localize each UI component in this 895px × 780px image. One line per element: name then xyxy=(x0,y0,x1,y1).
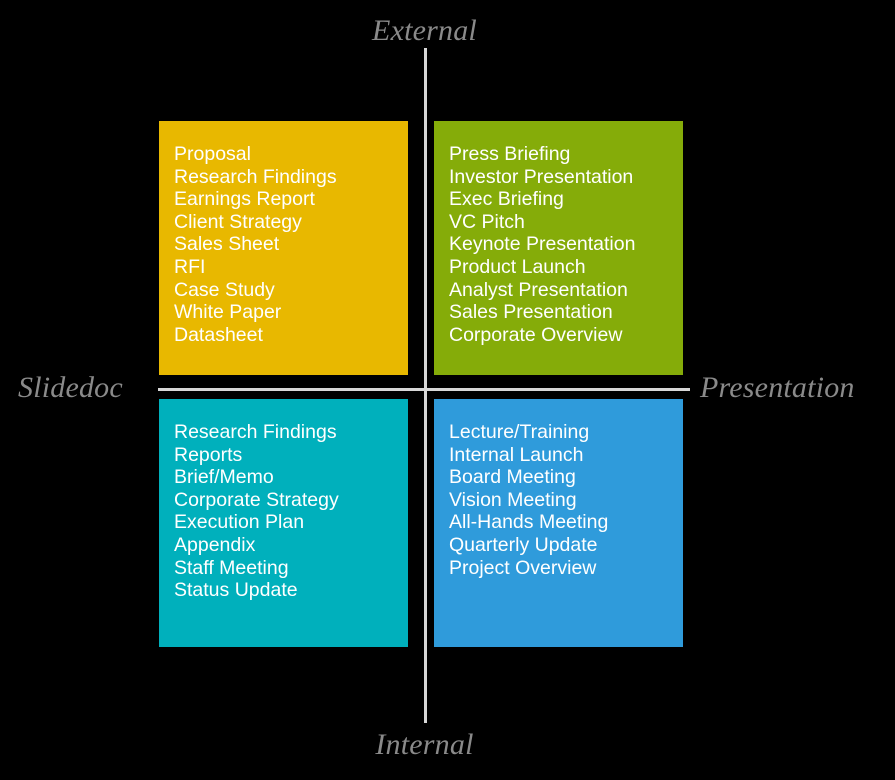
axis-label-slidedoc: Slidedoc xyxy=(18,371,123,404)
axis-label-presentation: Presentation xyxy=(700,371,855,404)
quadrant-item: White Paper xyxy=(174,301,282,324)
quadrant-item: Appendix xyxy=(174,533,256,556)
axis-label-external: External xyxy=(372,14,477,47)
axis-label-internal: Internal xyxy=(375,728,474,761)
quadrant-item: Corporate Overview xyxy=(449,323,623,346)
quadrant-item: Board Meeting xyxy=(449,466,576,489)
quadrant-item: Lecture/Training xyxy=(449,421,590,443)
quadrant-item: Keynote Presentation xyxy=(449,233,636,256)
horizontal-axis-line xyxy=(158,388,690,391)
quadrant-item: Case Study xyxy=(174,278,275,301)
quadrant-item: All-Hands Meeting xyxy=(449,511,609,534)
quadrant-item: Execution Plan xyxy=(174,511,305,534)
quadrant-item-list: Research Findings Reports Brief/Memo Corpor… xyxy=(174,421,408,602)
quadrant-item: Quarterly Update xyxy=(449,533,598,556)
vertical-axis-line xyxy=(424,48,427,723)
quadrant-item: Corporate Strategy xyxy=(174,488,339,511)
quadrant-item-list: Lecture/Training Internal Launch Board Mee… xyxy=(449,421,683,579)
quadrant-item: Proposal xyxy=(174,143,251,165)
quadrant-item: Brief/Memo xyxy=(174,466,274,489)
quadrant-item: Exec Briefing xyxy=(449,188,564,211)
quadrant-item: Project Overview xyxy=(449,556,597,579)
quadrant-item: Status Update xyxy=(174,579,298,602)
quadrant-item: Analyst Presentation xyxy=(449,278,628,301)
quadrant-external-presentation: Press Briefing Investor Presentation Exec … xyxy=(434,121,683,375)
quadrant-item: Product Launch xyxy=(449,255,586,278)
quadrant-item: VC Pitch xyxy=(449,210,525,233)
quadrant-item: Research Findings xyxy=(174,421,337,443)
quadrant-item: Sales Sheet xyxy=(174,233,280,256)
quadrant-internal-slidedoc: Research Findings Reports Brief/Memo Corpor… xyxy=(159,399,408,647)
quadrant-item: Investor Presentation xyxy=(449,165,634,188)
quadrant-item: Earnings Report xyxy=(174,188,315,211)
quadrant-item-list: Press Briefing Investor Presentation Exec … xyxy=(449,143,683,346)
quadrant-item: RFI xyxy=(174,255,206,278)
quadrant-item: Vision Meeting xyxy=(449,488,577,511)
matrix-diagram: External Internal Slidedoc Presentation … xyxy=(0,0,895,780)
quadrant-item: Staff Meeting xyxy=(174,556,289,579)
quadrant-item: Client Strategy xyxy=(174,210,302,233)
quadrant-item: Reports xyxy=(174,443,243,466)
quadrant-item: Internal Launch xyxy=(449,443,584,466)
quadrant-item: Datasheet xyxy=(174,323,263,346)
quadrant-item: Sales Presentation xyxy=(449,301,613,324)
quadrant-external-slidedoc: Proposal Research Findings Earnings Report… xyxy=(159,121,408,375)
quadrant-item-list: Proposal Research Findings Earnings Report… xyxy=(174,143,408,346)
quadrant-internal-presentation: Lecture/Training Internal Launch Board Mee… xyxy=(434,399,683,647)
quadrant-item: Press Briefing xyxy=(449,143,571,165)
quadrant-item: Research Findings xyxy=(174,165,337,188)
